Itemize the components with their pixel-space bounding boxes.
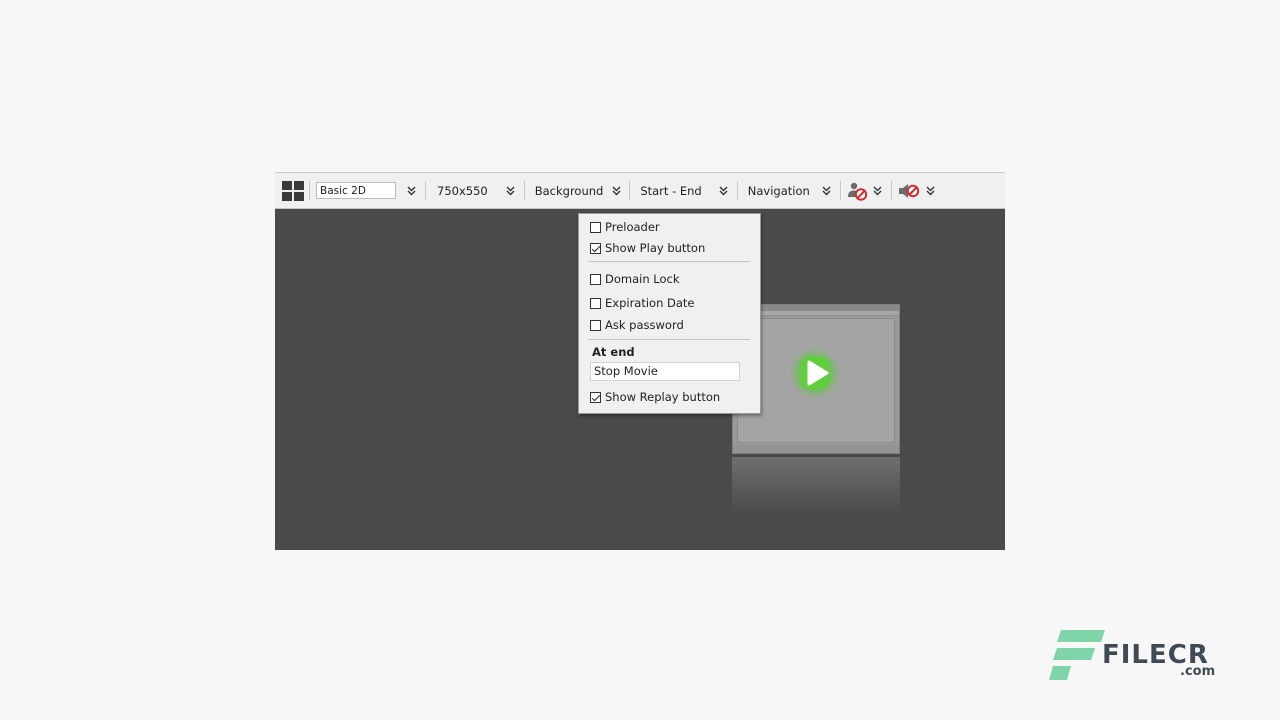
ask-password-checkbox[interactable]	[590, 319, 601, 331]
watermark-suffix: .com	[1180, 664, 1216, 679]
sound-muted-icon[interactable]	[897, 181, 921, 201]
navigation-dropdown[interactable]: Navigation	[748, 180, 810, 202]
range-label: Start - End	[640, 183, 702, 198]
preset-select[interactable]: Basic 2D	[316, 182, 396, 199]
chevron-double-down-icon[interactable]	[403, 183, 419, 199]
option-show-play-button[interactable]: Show Play button	[590, 240, 705, 256]
toolbar-divider	[309, 181, 310, 200]
option-label: Expiration Date	[605, 296, 695, 310]
preloader-checkbox[interactable]	[590, 221, 601, 233]
user-blocked-icon[interactable]	[846, 181, 868, 201]
navigation-options-menu: Preloader Show Play button Domain Lock E…	[578, 213, 761, 414]
filecr-watermark: FILECR .com	[1047, 628, 1227, 684]
show-play-button-checkbox[interactable]	[590, 242, 601, 254]
chevron-double-down-icon[interactable]	[819, 183, 835, 199]
chevron-double-down-icon[interactable]	[608, 183, 624, 199]
chevron-double-down-icon[interactable]	[503, 183, 519, 199]
toolbar-divider	[890, 181, 892, 200]
toolbar: Basic 2D 750x550 Background Start - End …	[275, 172, 1005, 209]
navigation-label: Navigation	[747, 183, 810, 198]
option-label: Ask password	[605, 318, 684, 332]
menu-separator	[588, 261, 750, 262]
chevron-double-down-icon[interactable]	[870, 183, 886, 199]
background-dropdown[interactable]: Background	[535, 180, 604, 202]
toolbar-divider	[425, 181, 426, 200]
size-label: 750x550	[437, 183, 488, 198]
at-end-heading: At end	[592, 345, 635, 359]
size-dropdown[interactable]: 750x550	[437, 180, 488, 202]
preview-statusbar	[733, 444, 899, 453]
toolbar-divider	[523, 181, 525, 200]
option-ask-password[interactable]: Ask password	[590, 317, 684, 333]
option-label: Show Replay button	[605, 390, 721, 404]
toolbar-divider	[629, 181, 631, 200]
option-show-replay-button[interactable]: Show Replay button	[590, 389, 720, 405]
chevron-double-down-icon[interactable]	[716, 183, 732, 199]
toolbar-divider	[839, 181, 841, 200]
play-icon[interactable]	[789, 347, 841, 399]
preview-reflection	[732, 457, 900, 515]
expiration-date-checkbox[interactable]	[590, 297, 601, 309]
background-label: Background	[534, 183, 604, 198]
option-label: Preloader	[605, 220, 660, 234]
filecr-logo-icon	[1049, 630, 1105, 680]
option-label: Show Play button	[605, 241, 706, 255]
at-end-select[interactable]: Stop Movie	[590, 362, 740, 381]
option-expiration-date[interactable]: Expiration Date	[590, 295, 695, 311]
show-replay-button-checkbox[interactable]	[590, 391, 601, 403]
toolbar-divider	[736, 181, 738, 200]
option-preloader[interactable]: Preloader	[590, 219, 660, 235]
option-domain-lock[interactable]: Domain Lock	[590, 271, 680, 287]
range-dropdown[interactable]: Start - End	[640, 180, 701, 202]
menu-separator	[588, 339, 750, 340]
app-window: Basic 2D 750x550 Background Start - End …	[275, 172, 1005, 550]
layout-grid-icon[interactable]	[282, 180, 304, 201]
option-label: Domain Lock	[605, 272, 680, 286]
domain-lock-checkbox[interactable]	[590, 273, 601, 285]
chevron-double-down-icon[interactable]	[923, 183, 939, 199]
